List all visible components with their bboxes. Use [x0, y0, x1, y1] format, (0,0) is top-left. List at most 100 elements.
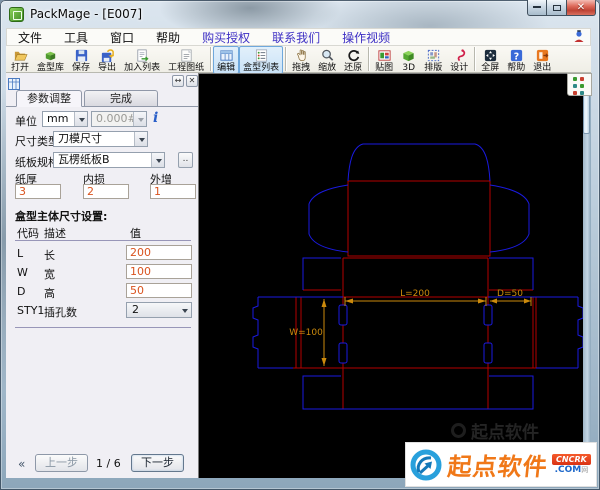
prev-step-button[interactable]: 上一步 — [35, 454, 88, 472]
ghost-logo-icon — [451, 423, 466, 438]
next-step-button[interactable]: 下一步 — [131, 454, 184, 472]
menu-contact-us[interactable]: 联系我们 — [261, 29, 331, 46]
export-button[interactable]: 导出 — [94, 46, 120, 74]
box-library-button[interactable]: 盒型库 — [33, 46, 68, 74]
toolbar-separator — [210, 47, 211, 71]
ghost-watermark: 起点软件 — [451, 418, 539, 443]
save-button[interactable]: 保存 — [68, 46, 94, 74]
dimensions-title: 盒型主体尺寸设置: — [15, 208, 107, 224]
toolbar-separator — [285, 47, 286, 71]
exit-icon — [535, 48, 550, 63]
texture-icon — [377, 48, 392, 63]
cncrk-logo-icon — [408, 447, 444, 483]
help-button[interactable]: ? 帮助 — [503, 46, 529, 74]
fullscreen-button[interactable]: 全屏 — [477, 46, 503, 74]
overflow-dot-icon — [580, 91, 584, 95]
row-D-desc: 高 — [44, 285, 55, 301]
table-divider — [15, 240, 191, 241]
open-button[interactable]: 打开 — [7, 46, 33, 74]
close-button[interactable] — [567, 0, 596, 16]
dropdown-arrow-icon — [134, 132, 147, 146]
outer-gain-input[interactable] — [150, 184, 196, 199]
dropdown-arrow-icon — [178, 303, 191, 317]
layout-icon — [426, 48, 441, 63]
cncrk-watermark: 起点软件 CNCRK .COM网 — [405, 442, 597, 487]
row-L-desc: 长 — [44, 247, 55, 263]
restore-icon — [346, 48, 361, 63]
menu-window[interactable]: 窗口 — [99, 29, 145, 46]
design-button[interactable]: 设计 — [446, 46, 472, 74]
title-bar: PackMage - [E007] — [0, 0, 600, 28]
depth-input[interactable] — [126, 283, 192, 298]
board-more-button[interactable]: .. — [178, 152, 193, 168]
minimize-button[interactable] — [527, 0, 547, 16]
edit-icon — [219, 48, 234, 63]
toolbar-overflow-button[interactable] — [567, 73, 592, 96]
menu-bar: 文件 工具 窗口 帮助 购买授权 联系我们 操作视频 — [6, 28, 591, 46]
exit-button[interactable]: 退出 — [529, 46, 555, 74]
dimension-annotations: L=200 D=50 W=100 — [289, 289, 531, 366]
watermark-brand-text: 起点软件 — [446, 447, 550, 482]
maximize-button[interactable] — [547, 0, 567, 16]
panel-dock-button[interactable] — [172, 75, 184, 87]
zoom-icon — [320, 48, 335, 63]
three-d-icon — [401, 48, 416, 63]
app-window: PackMage - [E007] 文件 工具 窗口 帮助 购买授权 联系我们 … — [0, 0, 600, 490]
tab-parameter-adjust[interactable]: 参数调整 — [16, 90, 82, 107]
add-to-list-icon — [135, 48, 150, 63]
overflow-dot-icon — [573, 91, 577, 95]
export-icon — [100, 48, 115, 63]
size-type-select[interactable]: 刀模尺寸 — [53, 131, 148, 147]
length-input[interactable] — [126, 245, 192, 260]
texture-button[interactable]: 贴图 — [371, 46, 397, 74]
menu-help[interactable]: 帮助 — [145, 29, 191, 46]
parameter-panel: 参数调整 完成 单位 mm 0.000# i 尺寸类型 刀模尺寸 纸板规格 瓦楞… — [6, 73, 198, 478]
format-select[interactable]: 0.000# — [91, 111, 147, 127]
save-icon — [74, 48, 89, 63]
engineering-drawing-icon — [179, 48, 194, 63]
width-input[interactable] — [126, 264, 192, 279]
slot-count-select[interactable]: 2 — [126, 302, 192, 318]
info-icon[interactable]: i — [153, 110, 158, 126]
minimize-icon — [533, 5, 541, 8]
collapse-chevron[interactable]: « — [18, 457, 25, 471]
menu-buy-license[interactable]: 购买授权 — [191, 29, 261, 46]
overflow-dot-icon — [573, 77, 577, 81]
engineering-drawing-button[interactable]: 工程图纸 — [164, 46, 208, 74]
overflow-dot-icon — [573, 84, 577, 88]
main-content: 参数调整 完成 单位 mm 0.000# i 尺寸类型 刀模尺寸 纸板规格 瓦楞… — [6, 73, 591, 478]
zoom-button[interactable]: 缩放 — [314, 46, 340, 74]
dropdown-arrow-icon — [151, 153, 164, 167]
drag-button[interactable]: 拖拽 — [288, 46, 314, 74]
cut-lines — [253, 144, 583, 409]
layout-button[interactable]: 排版 — [420, 46, 446, 74]
dieline-canvas[interactable]: L=200 D=50 W=100 起点软件 — [198, 73, 583, 478]
step-page-indicator: 1 / 6 — [96, 457, 121, 470]
open-icon — [13, 48, 28, 63]
row-STY1-desc: 插孔数 — [44, 304, 77, 320]
close-icon — [577, 3, 585, 13]
board-select[interactable]: 瓦楞纸板B — [53, 152, 165, 168]
window-title: PackMage - [E007] — [30, 7, 142, 21]
unit-select[interactable]: mm — [42, 111, 88, 127]
menu-tutorial-videos[interactable]: 操作视频 — [331, 29, 401, 46]
thickness-input[interactable] — [15, 184, 61, 199]
menu-file[interactable]: 文件 — [7, 29, 53, 46]
app-icon — [9, 7, 24, 22]
box-list-button[interactable]: 盒型列表 — [239, 46, 283, 74]
row-STY1-code: STY1 — [17, 304, 44, 317]
edit-button[interactable]: 编辑 — [213, 46, 239, 74]
col-desc: 描述 — [44, 225, 66, 241]
maximize-icon — [553, 5, 561, 11]
add-to-list-button[interactable]: 加入列表 — [120, 46, 164, 74]
three-d-button[interactable]: 3D — [397, 46, 420, 74]
box-library-icon — [43, 48, 58, 63]
restore-button[interactable]: 还原 — [340, 46, 366, 74]
toolbar-separator — [368, 47, 369, 71]
vertical-scrollbar[interactable] — [583, 73, 591, 478]
panel-close-button[interactable] — [186, 75, 198, 87]
inner-loss-input[interactable] — [83, 184, 129, 199]
tab-finish[interactable]: 完成 — [84, 90, 158, 107]
row-L-code: L — [17, 247, 23, 260]
menu-tools[interactable]: 工具 — [53, 29, 99, 46]
